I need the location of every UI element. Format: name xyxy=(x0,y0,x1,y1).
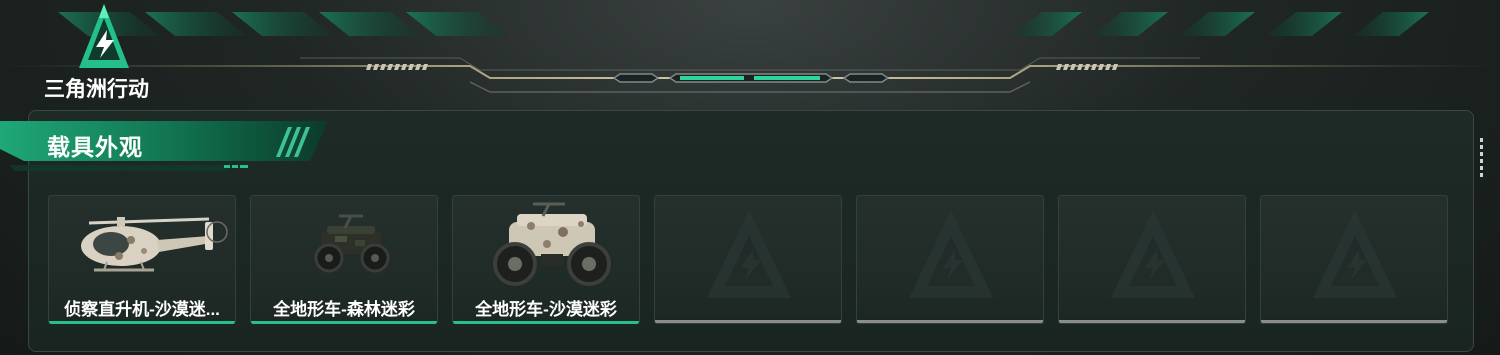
selected-bar xyxy=(453,321,639,324)
atv-desert-camo-icon xyxy=(493,202,611,286)
empty-bar xyxy=(655,320,841,323)
empty-slot-logo-icon xyxy=(909,210,993,298)
skin-card[interactable]: 全地形车-森林迷彩 xyxy=(250,195,438,324)
empty-bar xyxy=(1261,320,1447,323)
header-decoration xyxy=(0,0,1500,100)
game-title: 三角洲行动 xyxy=(44,78,149,101)
section-title: 载具外观 xyxy=(47,134,143,160)
empty-slot-logo-icon xyxy=(1111,210,1195,298)
empty-bar xyxy=(1059,320,1245,323)
empty-bar xyxy=(857,320,1043,323)
selected-bar xyxy=(49,321,235,324)
empty-slot-logo-icon xyxy=(707,210,791,298)
empty-skin-slot[interactable] xyxy=(654,195,842,324)
empty-slot-logo-icon xyxy=(1313,210,1397,298)
selected-bar xyxy=(251,321,437,324)
atv-forest-camo-icon xyxy=(314,214,390,273)
skin-name: 侦察直升机-沙漠迷... xyxy=(64,300,220,319)
skin-name: 全地形车-沙漠迷彩 xyxy=(475,300,617,319)
empty-skin-slot[interactable] xyxy=(856,195,1044,324)
helicopter-desert-camo-icon xyxy=(81,217,228,272)
scroll-indicator xyxy=(1480,138,1486,178)
vehicle-skin-page: 三角洲行动 载具外观 侦察直升机-沙漠迷... 全地形车-森林迷彩 全地形车-沙… xyxy=(0,0,1500,355)
empty-skin-slot[interactable] xyxy=(1058,195,1246,324)
skin-card[interactable]: 全地形车-沙漠迷彩 xyxy=(452,195,640,324)
empty-skin-slot[interactable] xyxy=(1260,195,1448,324)
skin-card[interactable]: 侦察直升机-沙漠迷... xyxy=(48,195,236,324)
skin-name: 全地形车-森林迷彩 xyxy=(273,300,415,319)
